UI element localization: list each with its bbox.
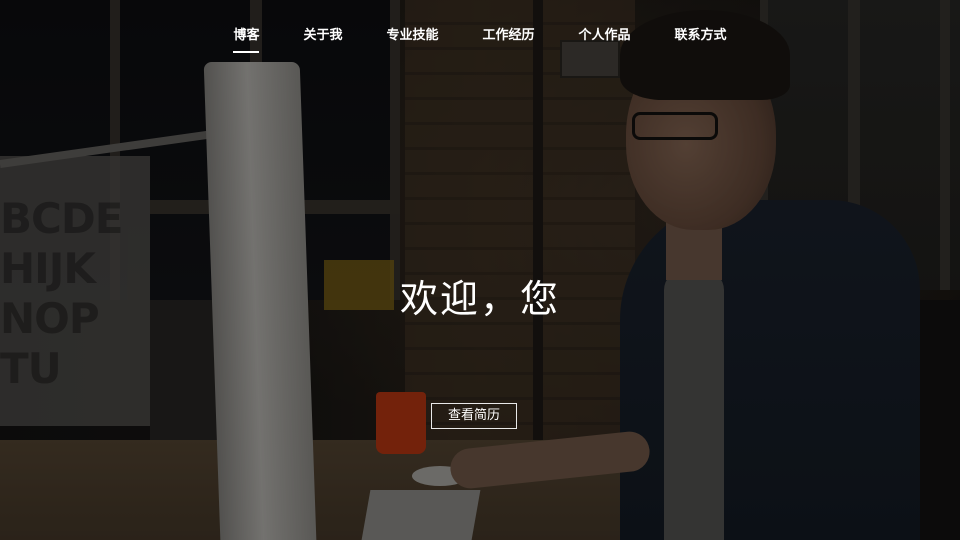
nav-item-about[interactable]: 关于我 [281, 24, 364, 43]
nav-item-experience[interactable]: 工作经历 [461, 24, 557, 43]
nav-item-blog[interactable]: 博客 [211, 24, 281, 53]
nav-item-skills[interactable]: 专业技能 [364, 24, 460, 43]
view-resume-button[interactable]: 查看简历 [431, 403, 517, 429]
main-navigation: 博客 关于我 专业技能 工作经历 个人作品 联系方式 [0, 0, 960, 66]
welcome-heading: 欢迎，您 [399, 277, 560, 321]
nav-item-contact[interactable]: 联系方式 [653, 24, 749, 43]
nav-list: 博客 关于我 专业技能 工作经历 个人作品 联系方式 [211, 24, 749, 53]
hero-section: BCDE HIJK NOP TU 博客 关于我 专业技能 工作经历 个人作品 联… [0, 0, 960, 540]
nav-item-portfolio[interactable]: 个人作品 [557, 24, 653, 43]
